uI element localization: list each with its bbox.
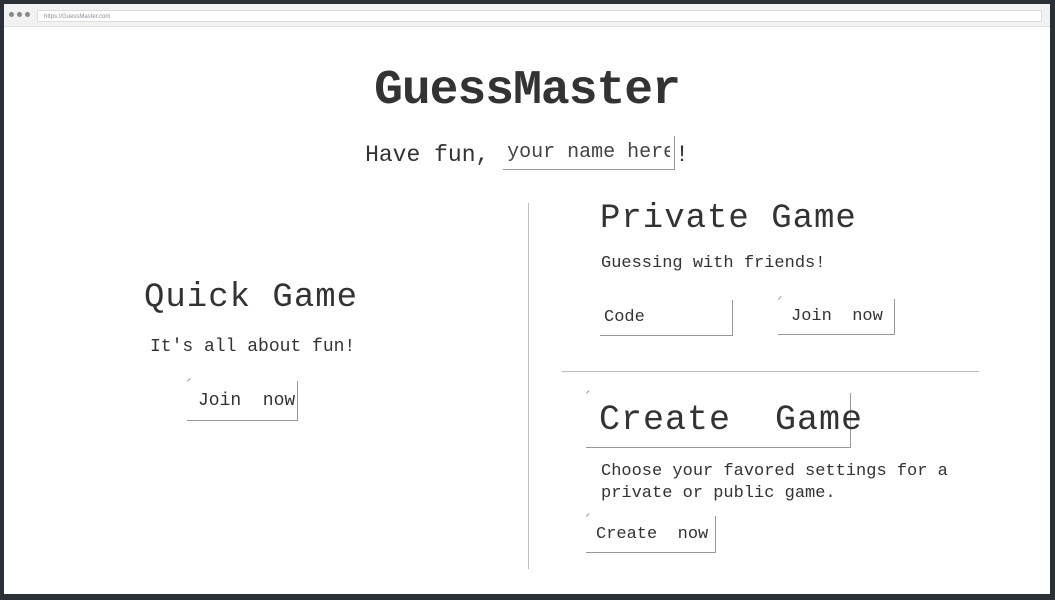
greeting-prefix: Have fun, — [365, 142, 504, 169]
vertical-divider — [528, 203, 529, 569]
create-game-description: Choose your favored settings for a priva… — [601, 462, 948, 503]
page-title: GuessMaster — [374, 64, 681, 118]
maximize-window-icon[interactable] — [25, 12, 30, 17]
minimize-window-icon[interactable] — [17, 12, 22, 17]
quick-game-subtitle: It's all about fun! — [150, 337, 356, 357]
close-window-icon[interactable] — [9, 12, 14, 17]
player-name-input[interactable] — [503, 136, 676, 170]
quick-game-title: Quick Game — [144, 279, 359, 317]
quick-game-join-button[interactable]: Join now — [187, 381, 298, 421]
create-game-button[interactable]: Create Game — [586, 393, 862, 448]
greeting-suffix: ! — [675, 142, 689, 169]
browser-window: https://GuessMaster.com GuessMaster Have… — [4, 4, 1050, 594]
horizontal-divider — [562, 371, 979, 372]
private-game-join-button[interactable]: Join now — [778, 299, 895, 335]
private-game-subtitle: Guessing with friends! — [601, 254, 826, 273]
browser-toolbar: https://GuessMaster.com — [4, 4, 1050, 27]
window-controls — [9, 12, 30, 17]
create-now-button[interactable]: Create now — [586, 516, 716, 553]
private-game-title: Private Game — [600, 200, 857, 238]
game-code-input[interactable] — [600, 300, 733, 336]
address-bar[interactable]: https://GuessMaster.com — [37, 10, 1042, 22]
greeting: Have fun, ! — [4, 136, 1050, 170]
